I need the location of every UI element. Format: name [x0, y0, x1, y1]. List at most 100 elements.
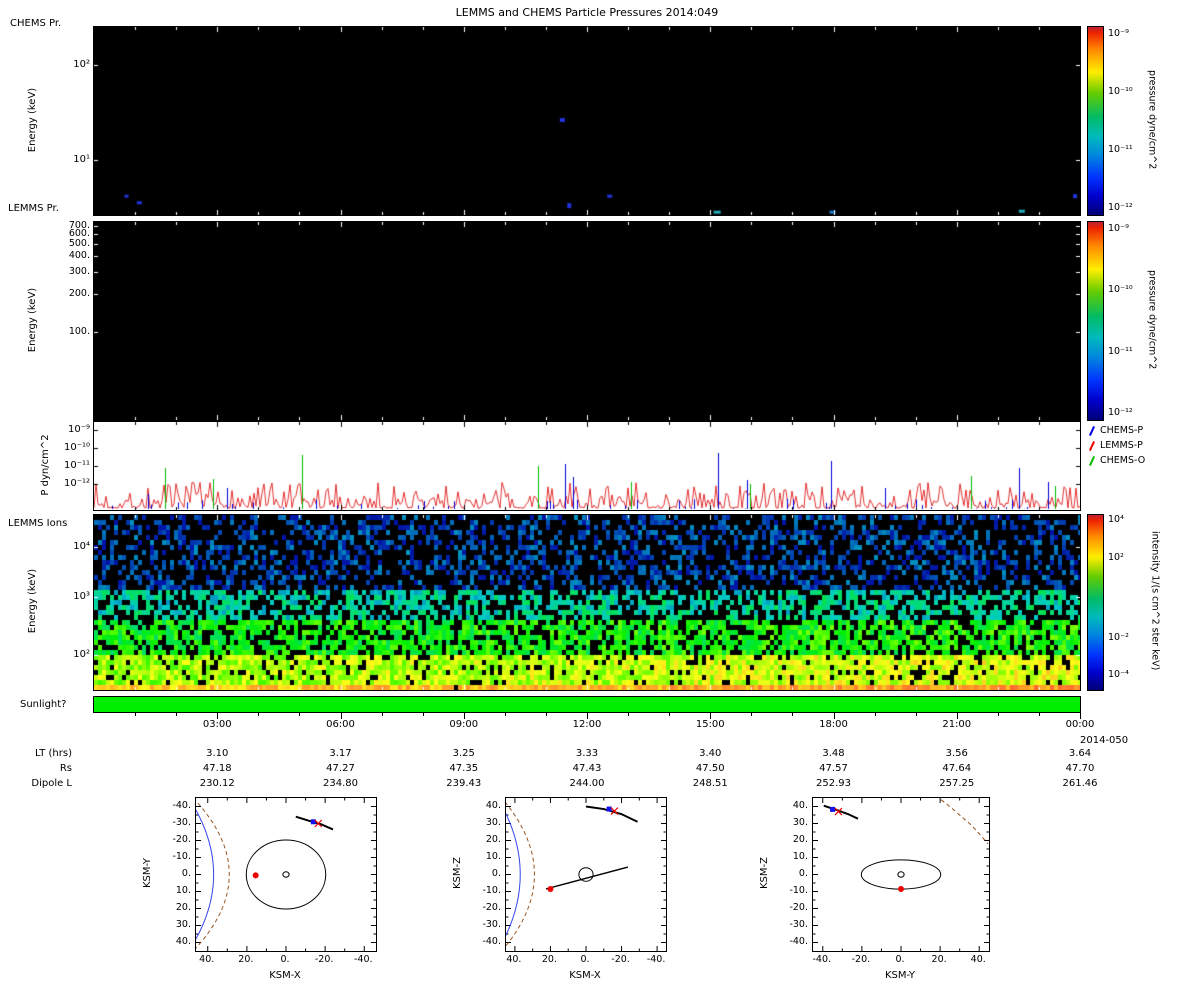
- time-tick-mark: [504, 713, 506, 716]
- orbit-y-tick-label: -10.: [789, 885, 808, 896]
- legend-swatch: [1088, 441, 1096, 451]
- orbit-y-axis-label: KSM-Y: [142, 857, 153, 888]
- legend-label: CHEMS-O: [1100, 455, 1146, 466]
- orbit-y-tick-label: -40.: [482, 936, 501, 947]
- time-tick-mark: [422, 713, 424, 716]
- row-value: 261.46: [1062, 778, 1098, 789]
- row-value: 3.17: [329, 748, 352, 759]
- orbit-y-tick-label: 0.: [491, 868, 501, 879]
- orbit-x-tick-label: -20.: [314, 954, 334, 965]
- colorbar-tick-label: 10⁻¹²: [1108, 202, 1133, 214]
- time-tick-label: 09:00: [449, 719, 479, 730]
- orbit-y-tick-label: 20.: [792, 834, 808, 845]
- time-tick-mark: [710, 713, 712, 719]
- orbit-x-tick-label: 40.: [970, 954, 986, 965]
- y-tick-label: 100.: [68, 326, 90, 338]
- time-tick-mark: [176, 713, 178, 716]
- y-tick-label: 10⁻¹⁰: [63, 441, 90, 453]
- row-label: Rs: [59, 763, 72, 774]
- y-tick-label: 10⁻⁹: [67, 423, 90, 435]
- colorbar-tick-label: 10⁻¹²: [1108, 407, 1133, 419]
- row-value: 47.70: [1065, 763, 1095, 774]
- orbit-y-tick-label: -40.: [172, 800, 191, 811]
- colorbar-tick-label: 10⁻¹⁰: [1108, 85, 1133, 97]
- time-tick-mark: [669, 713, 671, 716]
- legend-label: LEMMS-P: [1100, 440, 1143, 451]
- row-value: 252.93: [816, 778, 851, 789]
- red-dot-marker: [252, 872, 259, 879]
- colorbar-pressure-1: [1087, 26, 1104, 216]
- chems-pressure-spectrogram: [93, 26, 1081, 216]
- panel-label-lemms: LEMMS Pr.: [8, 203, 59, 214]
- lemms-pressure-spectrogram: [93, 221, 1081, 421]
- pressure-line-plot: [93, 421, 1081, 511]
- y-tick-label: 10⁴: [73, 540, 90, 552]
- time-tick-mark: [1080, 713, 1081, 719]
- time-tick-mark: [915, 713, 917, 716]
- orbit-x-tick-label: 40.: [506, 954, 522, 965]
- row-value: 248.51: [692, 778, 728, 789]
- orbit-y-tick-label: -10.: [172, 851, 191, 862]
- orbit-x-tick-label: -40.: [812, 954, 832, 965]
- figure-title: LEMMS and CHEMS Particle Pressures 2014:…: [455, 6, 719, 19]
- orbit-y-tick-label: 10.: [485, 851, 501, 862]
- time-tick-label: 15:00: [695, 719, 725, 730]
- colorbar-tick-label: 10⁻²: [1108, 631, 1129, 643]
- orbit-x-axis-label: KSM-Y: [884, 970, 916, 981]
- red-dot-marker: [898, 885, 904, 892]
- orbit-y-tick-label: -30.: [789, 919, 808, 930]
- y-tick-label: 10³: [73, 591, 90, 603]
- orbit-y-tick-label: -20.: [172, 834, 191, 845]
- orbit-y-tick-label: 30.: [485, 817, 501, 828]
- time-tick-mark: [792, 713, 794, 716]
- time-tick-label: 18:00: [819, 719, 848, 730]
- orbit-x-tick-label: 20.: [238, 954, 254, 965]
- time-tick-mark: [217, 713, 219, 719]
- orbit-x-tick-label: 40.: [199, 954, 215, 965]
- y-tick-label: 200.: [68, 288, 90, 300]
- red-dot-marker: [547, 885, 554, 892]
- time-tick-mark: [258, 713, 260, 716]
- row-value: 244.00: [569, 778, 605, 789]
- colorbar-tick-label: 10⁻¹¹: [1108, 345, 1133, 357]
- orbit-x-tick-label: 0.: [280, 954, 290, 965]
- orbit-y-tick-label: 10.: [175, 885, 191, 896]
- orbit-y-tick-label: 10.: [792, 851, 808, 862]
- y-tick-label: 500.: [68, 238, 90, 250]
- row-value: 234.80: [323, 778, 358, 789]
- y-tick-label: 10⁻¹¹: [63, 460, 90, 471]
- panel-label-ions: LEMMS Ions: [8, 518, 68, 529]
- row-value: 47.43: [572, 763, 602, 774]
- time-tick-mark: [381, 713, 383, 716]
- time-tick-mark: [628, 713, 630, 716]
- row-value: 47.35: [449, 763, 479, 774]
- time-tick-mark: [874, 713, 876, 716]
- orbit-x-tick-label: -40.: [353, 954, 373, 965]
- orbit-plot-2: [505, 797, 667, 952]
- time-tick-mark: [135, 713, 137, 716]
- time-tick-mark: [587, 713, 588, 719]
- row-value: 47.27: [326, 763, 355, 774]
- y-axis-title-energy-2: Energy (keV): [27, 287, 38, 353]
- orbit-y-tick-label: -30.: [482, 919, 501, 930]
- panel-label-chems: CHEMS Pr.: [10, 18, 62, 29]
- row-value: 47.57: [819, 763, 848, 774]
- y-tick-label: 400.: [68, 250, 90, 262]
- time-tick-mark: [833, 713, 835, 719]
- orbit-plot-3: [812, 797, 990, 952]
- orbit-y-tick-label: 0.: [181, 868, 191, 879]
- colorbar-tick-label: 10²: [1108, 551, 1124, 563]
- panel-label-sunlight: Sunlight?: [20, 699, 67, 710]
- colorbar-tick-label: 10⁻⁹: [1108, 222, 1129, 234]
- row-value: 3.10: [206, 748, 229, 759]
- time-tick-label: 00:00: [1065, 719, 1095, 730]
- time-tick-label: 06:00: [326, 719, 355, 730]
- time-tick-mark: [751, 713, 753, 716]
- orbit-y-tick-label: 40.: [485, 800, 501, 811]
- spacecraft-square-marker: [830, 806, 836, 812]
- orbit-x-tick-label: -20.: [851, 954, 871, 965]
- lemms-ions-spectrogram: [93, 514, 1081, 691]
- orbit-y-tick-label: 30.: [175, 919, 191, 930]
- orbit-x-tick-label: -20.: [611, 954, 630, 965]
- trajectory-path: [545, 866, 629, 890]
